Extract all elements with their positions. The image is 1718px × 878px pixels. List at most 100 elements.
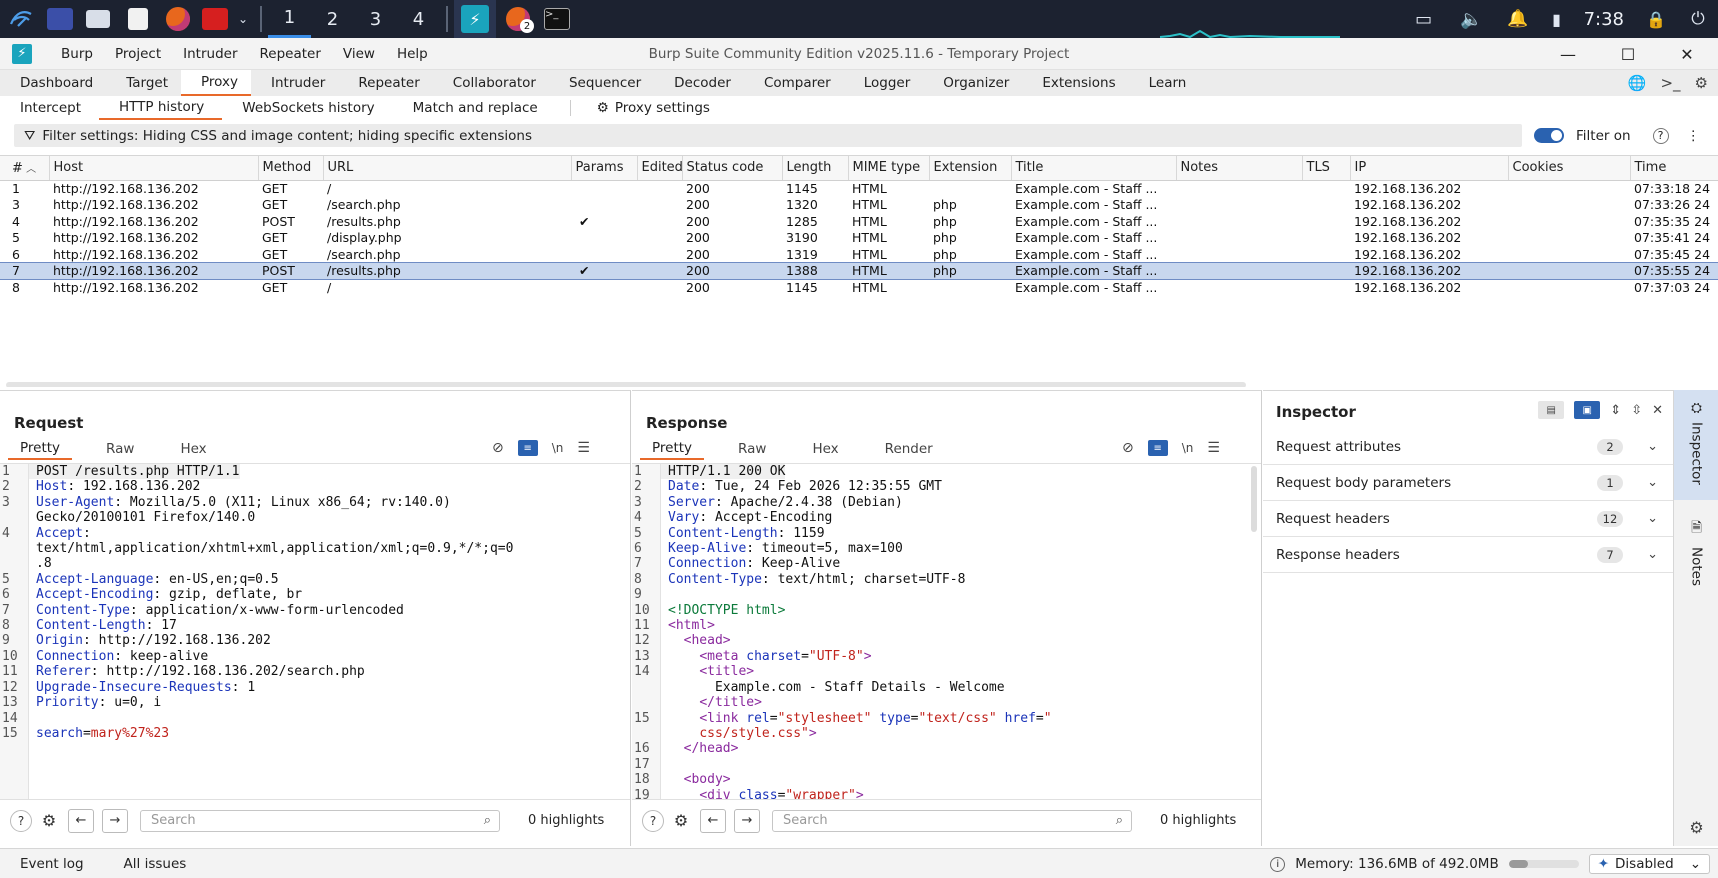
column-header[interactable]: Status code [682, 156, 783, 181]
ai-disabled-button[interactable]: ✦ Disabled ⌄ [1588, 854, 1710, 874]
back-arrow-icon[interactable]: ← [68, 808, 94, 833]
hide-nonprintable-icon[interactable]: ⊘ [1122, 440, 1134, 456]
tab-decoder[interactable]: Decoder [654, 70, 744, 96]
tab-dashboard[interactable]: Dashboard [0, 70, 106, 96]
table-row[interactable]: 8 http://192.168.136.202 GET / 200 1145 HTML Ex… [0, 279, 1718, 296]
inspector-layout-panel-icon[interactable]: ▣ [1574, 401, 1601, 419]
inspector-section-request-attributes[interactable]: Request attributes 2 ⌄ [1263, 429, 1673, 465]
burp-task-icon[interactable]: ⚡ [454, 0, 496, 38]
clock[interactable]: 7:38 [1574, 9, 1634, 30]
column-header[interactable]: Edited [637, 156, 683, 181]
tab-repeater[interactable]: Repeater [338, 70, 432, 96]
table-row[interactable]: 6 http://192.168.136.202 GET/search.php 200… [0, 246, 1718, 263]
back-arrow-icon[interactable]: ← [700, 808, 726, 833]
menu-help[interactable]: Help [386, 46, 439, 62]
notification-bell-icon[interactable]: 🔔 [1496, 0, 1540, 38]
rail-tab-inspector[interactable]: ⛭ Inspector [1674, 390, 1718, 500]
tab-match-and-replace[interactable]: Match and replace [393, 96, 556, 120]
tab-intruder[interactable]: Intruder [251, 70, 338, 96]
menu-icon[interactable]: ☰ [577, 440, 590, 456]
maximize-icon[interactable]: ☐ [1603, 38, 1653, 70]
expand-all-icon[interactable]: ⇕ [1610, 403, 1621, 418]
column-header[interactable]: MIME type [848, 156, 930, 181]
workspace-2[interactable]: 2 [311, 0, 354, 38]
settings-gear-icon[interactable]: ⚙ [1695, 74, 1708, 92]
table-row[interactable]: 7 http://192.168.136.202 POST/results.php ✔… [0, 262, 1718, 280]
column-header[interactable]: Time [1630, 156, 1718, 181]
column-header[interactable]: URL [323, 156, 572, 181]
power-icon[interactable]: ⏻ [1678, 0, 1718, 38]
tab-target[interactable]: Target [106, 70, 181, 96]
more-options-icon[interactable]: ⋮ [1687, 128, 1701, 144]
horizontal-scrollbar[interactable] [6, 382, 1246, 387]
response-search-input[interactable]: Search ⌕ [772, 809, 1132, 832]
tab-collaborator[interactable]: Collaborator [433, 70, 549, 96]
close-window-icon[interactable]: ✕ [1662, 38, 1712, 70]
terminal-task-icon[interactable]: >_ [540, 0, 574, 38]
response-tab-pretty[interactable]: Pretty [640, 438, 705, 460]
display-icon[interactable]: ▭ [1400, 0, 1448, 38]
column-header[interactable]: Extension [929, 156, 1012, 181]
column-header[interactable]: Title [1011, 156, 1177, 181]
chevron-down-icon[interactable]: ⌄ [232, 0, 254, 38]
column-header[interactable]: Cookies [1508, 156, 1631, 181]
show-desktop-icon[interactable] [42, 0, 78, 38]
inspector-section-request-headers[interactable]: Request headers 12 ⌄ [1263, 501, 1673, 537]
column-header[interactable]: Host [49, 156, 259, 181]
lock-icon[interactable]: 🔒 [1634, 0, 1678, 38]
globe-icon[interactable]: 🌐 [1628, 74, 1647, 92]
tab-extensions[interactable]: Extensions [1022, 70, 1128, 96]
newline-icon[interactable]: \n [552, 441, 564, 455]
close-inspector-icon[interactable]: ✕ [1652, 403, 1663, 418]
response-tab-hex[interactable]: Hex [800, 438, 850, 460]
request-tab-raw[interactable]: Raw [94, 438, 146, 460]
volume-icon[interactable]: 🔈 [1448, 0, 1496, 38]
table-row[interactable]: 5 http://192.168.136.202 GET/display.php 20… [0, 230, 1718, 247]
menu-intruder[interactable]: Intruder [172, 46, 248, 62]
kali-menu-icon[interactable] [0, 0, 42, 38]
menu-burp[interactable]: Burp [50, 46, 104, 62]
tab-websockets-history[interactable]: WebSockets history [222, 96, 392, 120]
word-wrap-icon[interactable]: ≡ [1147, 440, 1168, 456]
table-row[interactable]: 3 http://192.168.136.202 GET/search.php 200… [0, 197, 1718, 214]
file-manager-icon[interactable] [78, 0, 118, 38]
column-header[interactable]: Params [571, 156, 638, 181]
menu-repeater[interactable]: Repeater [249, 46, 332, 62]
workspace-4[interactable]: 4 [397, 0, 440, 38]
tab-intercept[interactable]: Intercept [0, 96, 99, 120]
filter-toggle[interactable] [1534, 128, 1564, 143]
settings-gear-icon[interactable]: ⚙ [670, 810, 692, 832]
column-header[interactable]: Notes [1176, 156, 1303, 181]
request-tab-pretty[interactable]: Pretty [8, 438, 73, 460]
terminal-icon[interactable]: >_ [1660, 74, 1680, 92]
menu-icon[interactable]: ☰ [1207, 440, 1220, 456]
tab-logger[interactable]: Logger [844, 70, 924, 96]
response-tab-raw[interactable]: Raw [726, 438, 778, 460]
filter-settings-bar[interactable]: ⛛ Filter settings: Hiding CSS and image … [14, 124, 1522, 147]
proxy-settings-button[interactable]: ⚙ Proxy settings [585, 96, 728, 120]
newline-icon[interactable]: \n [1182, 441, 1194, 455]
hide-nonprintable-icon[interactable]: ⊘ [492, 440, 504, 456]
forward-arrow-icon[interactable]: → [734, 808, 760, 833]
help-icon[interactable]: ? [10, 809, 32, 832]
battery-icon[interactable]: ▮ [1540, 0, 1574, 38]
rail-tab-notes[interactable]: 🗎 Notes [1674, 508, 1718, 608]
text-editor-icon[interactable] [118, 0, 158, 38]
column-header[interactable]: IP [1350, 156, 1509, 181]
tab-http-history[interactable]: HTTP history [98, 96, 223, 120]
all-issues-button[interactable]: All issues [104, 856, 207, 872]
help-icon[interactable]: ? [642, 809, 664, 832]
table-row[interactable]: 4 http://192.168.136.202 POST/results.php ✔… [0, 213, 1718, 230]
workspace-3[interactable]: 3 [354, 0, 397, 38]
tab-learn[interactable]: Learn [1129, 70, 1200, 96]
settings-gear-icon[interactable]: ⚙ [38, 810, 60, 832]
event-log-button[interactable]: Event log [0, 856, 104, 872]
help-icon[interactable]: ? [1652, 127, 1669, 144]
firefox-task-icon[interactable]: 2 [496, 0, 540, 38]
workspace-1[interactable]: 1 [268, 0, 311, 38]
column-header[interactable]: TLS [1302, 156, 1351, 181]
minimize-icon[interactable]: — [1543, 38, 1593, 70]
word-wrap-icon[interactable]: ≡ [517, 440, 538, 456]
response-tab-render[interactable]: Render [873, 438, 945, 460]
tab-sequencer[interactable]: Sequencer [549, 70, 654, 96]
